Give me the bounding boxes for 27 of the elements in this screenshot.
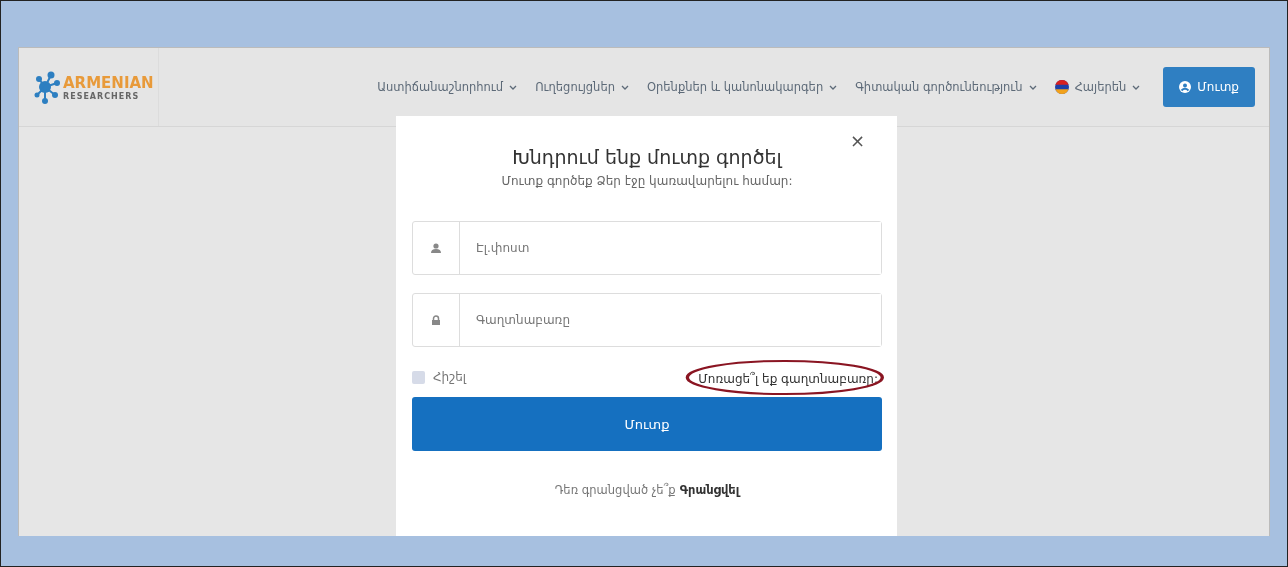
caret-icon [1132,84,1141,90]
dialog-subtitle: Մուտք գործեք Ձեր էջը կառավարելու համար: [500,174,794,188]
submit-button[interactable]: Մուտք [412,397,882,451]
dialog-title: Խնդրում ենք մուտք գործել [511,146,784,168]
caret-icon [1028,84,1037,90]
user-icon [1179,81,1192,93]
remember-label: Հիշել [433,370,467,384]
close-button[interactable]: × [849,132,865,150]
nav-menu-item[interactable]: Օրենքներ և կանոնակարգեր [637,80,847,94]
nav-menu-item[interactable]: Գիտական գործունեություն [846,80,1046,94]
login-button[interactable]: Մուտք [1163,67,1255,107]
logo-subtitle: RESEARCHERS [63,91,141,101]
lock-icon [431,315,441,325]
caret-icon [829,84,838,90]
nav-menu-item[interactable]: Ուղեցույցներ [526,80,638,94]
language-selector[interactable]: Հայերեն [1045,80,1150,94]
caret-icon [509,84,518,90]
nav-menu-item[interactable]: Աստիճանաշնորհում [368,80,527,94]
remember-checkbox[interactable] [412,370,425,384]
caret-icon [620,84,629,90]
logo-title: ARMENIAN [63,73,154,92]
signup-prompt: Դեռ գրանցված չե՞ք [554,483,676,497]
user-icon [431,243,441,253]
password-field[interactable]: Գաղտնաբառը [412,293,882,347]
flag-icon [1054,80,1069,94]
email-field[interactable]: Էլ.փոստ [412,221,882,275]
signup-link[interactable]: Գրանցվել [679,483,740,497]
